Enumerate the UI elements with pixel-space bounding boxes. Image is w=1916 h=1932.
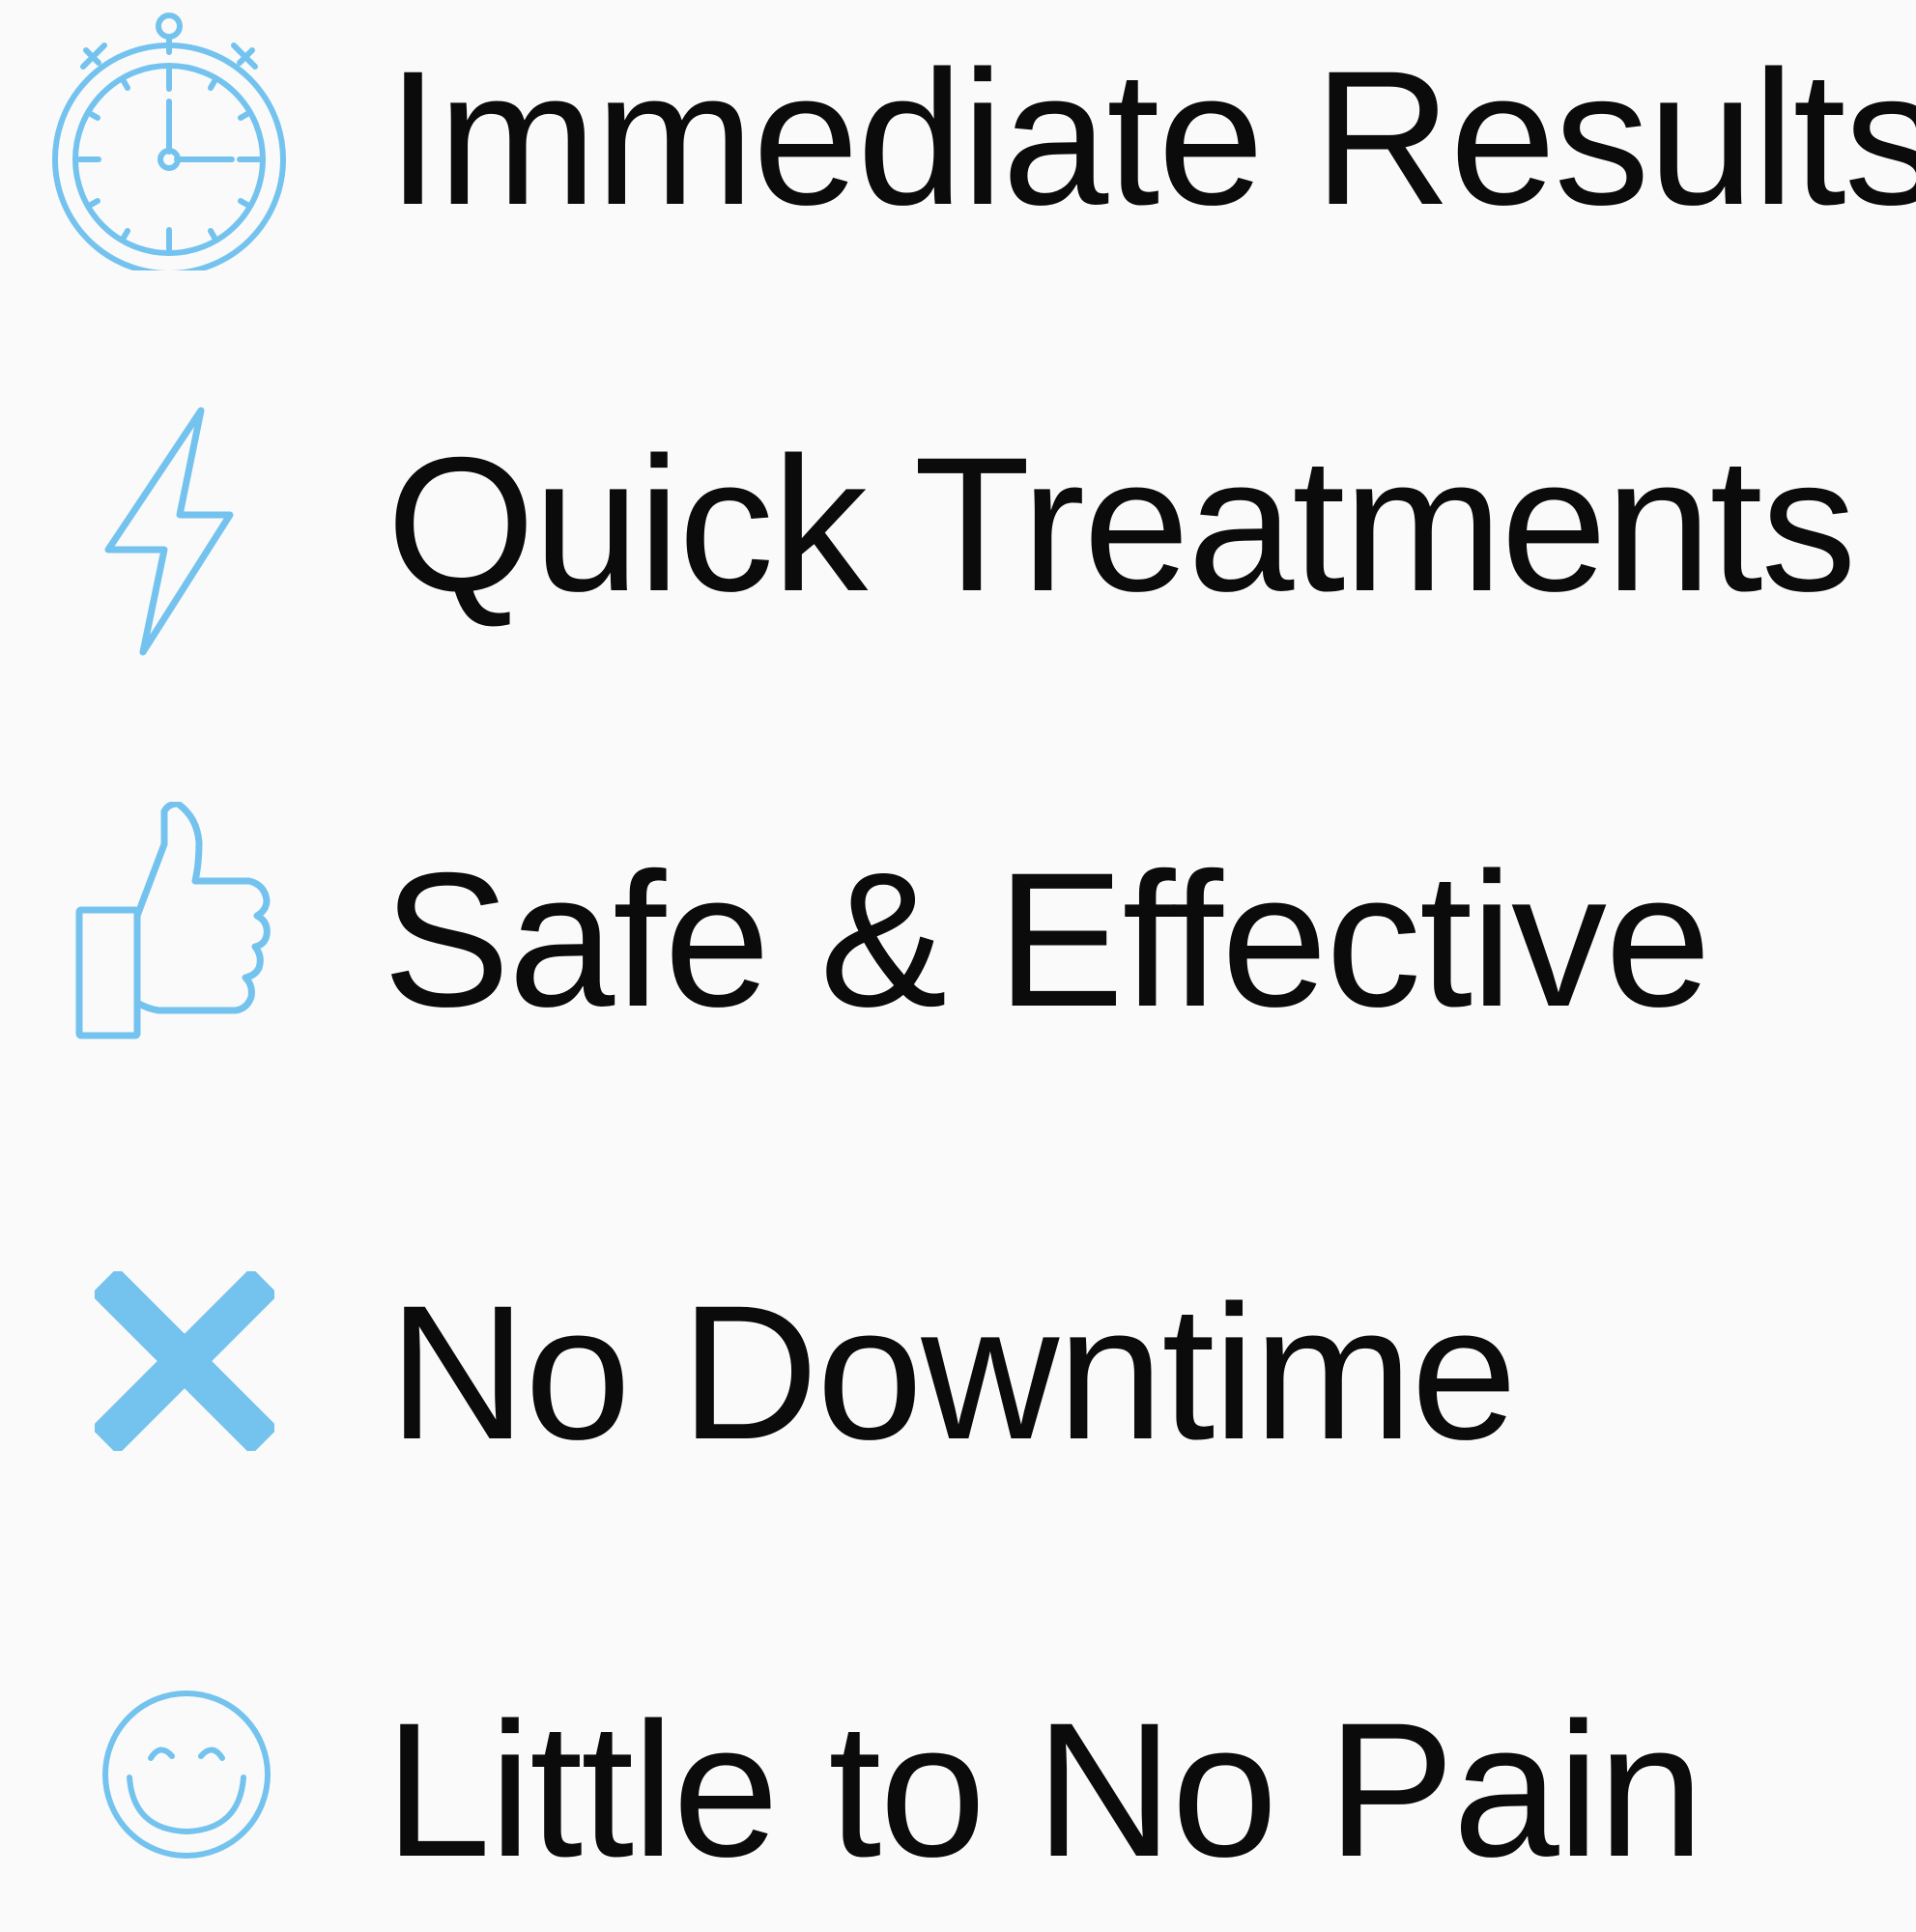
feature-label: Quick Treatments <box>386 417 1857 631</box>
feature-item-no-downtime: No Downtime <box>0 1217 1916 1507</box>
x-mark-icon <box>95 1271 274 1451</box>
feature-item-immediate-results: Immediate Results <box>0 0 1916 290</box>
stopwatch-icon <box>48 10 290 270</box>
feature-item-little-to-no-pain: Little to No Pain <box>0 1642 1916 1932</box>
feature-item-quick-treatments: Quick Treatments <box>0 386 1916 676</box>
lightning-bolt-icon <box>102 407 238 658</box>
thumbs-up-icon <box>75 802 278 1043</box>
feature-label: No Downtime <box>388 1265 1517 1479</box>
feature-label: Safe & Effective <box>383 833 1711 1046</box>
feature-label: Little to No Pain <box>385 1683 1704 1896</box>
smiley-face-icon <box>100 1689 272 1861</box>
feature-label: Immediate Results <box>386 31 1916 244</box>
feature-item-safe-effective: Safe & Effective <box>0 802 1916 1092</box>
feature-list: Immediate Results Quick Treatments Safe … <box>0 0 1916 1886</box>
